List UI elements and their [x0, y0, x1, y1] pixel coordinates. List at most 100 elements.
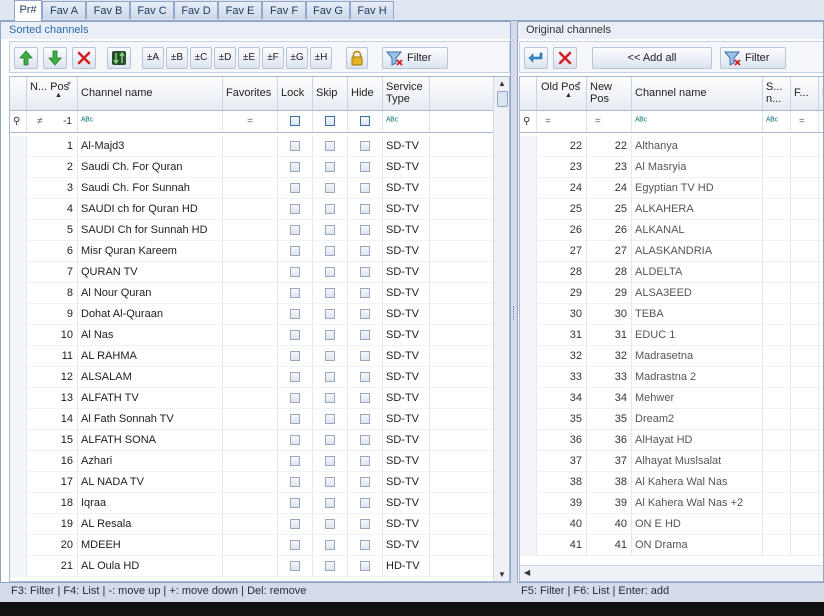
- checkbox[interactable]: [360, 309, 370, 319]
- table-row[interactable]: 16 Azhari SD-TV: [10, 451, 493, 472]
- column-header-hide[interactable]: Hide: [348, 77, 383, 110]
- column-header-old-pos[interactable]: Old Pos ▲ ▾: [537, 77, 587, 110]
- cell-hide[interactable]: [348, 430, 383, 451]
- table-row[interactable]: 33 33 Madrastna 2: [520, 367, 823, 388]
- filter-hide[interactable]: [348, 111, 383, 132]
- cell-skip[interactable]: [313, 157, 348, 178]
- checkbox[interactable]: [290, 540, 300, 550]
- cell-hide[interactable]: [348, 388, 383, 409]
- table-row[interactable]: 34 34 Mehwer: [520, 388, 823, 409]
- add-all-button[interactable]: << Add all: [592, 47, 712, 69]
- checkbox[interactable]: [290, 372, 300, 382]
- checkbox[interactable]: [360, 246, 370, 256]
- cell-skip[interactable]: [313, 514, 348, 535]
- table-row[interactable]: 10 Al Nas SD-TV: [10, 325, 493, 346]
- checkbox[interactable]: [325, 540, 335, 550]
- table-row[interactable]: 3 Saudi Ch. For Sunnah SD-TV: [10, 178, 493, 199]
- checkbox[interactable]: [360, 498, 370, 508]
- table-row[interactable]: 14 Al Fath Sonnah TV SD-TV: [10, 409, 493, 430]
- checkbox[interactable]: [290, 162, 300, 172]
- cell-hide[interactable]: [348, 136, 383, 157]
- filter-channel-name[interactable]: ᴬᴮᶜ: [632, 111, 763, 132]
- cell-hide[interactable]: [348, 199, 383, 220]
- remove-original-button[interactable]: [553, 47, 577, 69]
- filter-favorites[interactable]: =: [791, 111, 819, 132]
- checkbox[interactable]: [290, 246, 300, 256]
- cell-lock[interactable]: [278, 556, 313, 577]
- toggle-fav-d-button[interactable]: ±D: [214, 47, 236, 69]
- table-row[interactable]: 12 ALSALAM SD-TV: [10, 367, 493, 388]
- checkbox[interactable]: [290, 477, 300, 487]
- cell-hide[interactable]: [348, 304, 383, 325]
- cell-skip[interactable]: [313, 367, 348, 388]
- cell-hide[interactable]: [348, 157, 383, 178]
- cell-hide[interactable]: [348, 514, 383, 535]
- checkbox[interactable]: [290, 435, 300, 445]
- checkbox[interactable]: [325, 246, 335, 256]
- scroll-left-arrow[interactable]: ◀: [524, 568, 530, 577]
- column-header-favorites[interactable]: F...: [791, 77, 819, 110]
- checkbox[interactable]: [325, 183, 335, 193]
- cell-lock[interactable]: [278, 325, 313, 346]
- cell-lock[interactable]: [278, 451, 313, 472]
- cell-skip[interactable]: [313, 388, 348, 409]
- table-row[interactable]: 19 AL Resala SD-TV: [10, 514, 493, 535]
- table-row[interactable]: 28 28 ALDELTA: [520, 262, 823, 283]
- table-row[interactable]: 23 23 Al Masryia: [520, 157, 823, 178]
- checkbox[interactable]: [290, 183, 300, 193]
- cell-hide[interactable]: [348, 178, 383, 199]
- table-row[interactable]: 39 39 Al Kahera Wal Nas +2: [520, 493, 823, 514]
- column-header-service-name[interactable]: S... n...: [763, 77, 791, 110]
- filter-old-pos[interactable]: =: [537, 111, 587, 132]
- cell-lock[interactable]: [278, 136, 313, 157]
- checkbox[interactable]: [360, 225, 370, 235]
- checkbox[interactable]: [290, 225, 300, 235]
- table-row[interactable]: 20 MDEEH SD-TV: [10, 535, 493, 556]
- move-up-button[interactable]: [14, 47, 38, 69]
- checkbox[interactable]: [325, 225, 335, 235]
- table-row[interactable]: 26 26 ALKANAL: [520, 220, 823, 241]
- filter-original-button[interactable]: Filter: [720, 47, 786, 69]
- table-row[interactable]: 30 30 TEBA: [520, 304, 823, 325]
- scroll-thumb[interactable]: [497, 91, 508, 107]
- cell-hide[interactable]: [348, 451, 383, 472]
- table-row[interactable]: 32 32 Madrasetna: [520, 346, 823, 367]
- cell-skip[interactable]: [313, 178, 348, 199]
- cell-hide[interactable]: [348, 262, 383, 283]
- table-row[interactable]: 40 40 ON E HD: [520, 514, 823, 535]
- scroll-up-arrow[interactable]: ▲: [498, 79, 506, 88]
- checkbox[interactable]: [360, 204, 370, 214]
- checkbox[interactable]: [290, 561, 300, 571]
- lock-button[interactable]: [346, 47, 368, 69]
- checkbox[interactable]: [360, 183, 370, 193]
- column-header-service-type[interactable]: Service Type: [383, 77, 430, 110]
- checkbox[interactable]: [325, 477, 335, 487]
- checkbox[interactable]: [290, 288, 300, 298]
- cell-lock[interactable]: [278, 346, 313, 367]
- sort-button[interactable]: [107, 47, 131, 69]
- column-header-skip[interactable]: Skip: [313, 77, 348, 110]
- cell-hide[interactable]: [348, 325, 383, 346]
- column-header-channel-name[interactable]: Channel name: [632, 77, 763, 110]
- toggle-fav-g-button[interactable]: ±G: [286, 47, 308, 69]
- cell-skip[interactable]: [313, 430, 348, 451]
- table-row[interactable]: 6 Misr Quran Kareem SD-TV: [10, 241, 493, 262]
- sorted-vertical-scrollbar[interactable]: ▲ ▼: [493, 77, 509, 581]
- toggle-fav-e-button[interactable]: ±E: [238, 47, 260, 69]
- checkbox[interactable]: [290, 141, 300, 151]
- cell-skip[interactable]: [313, 304, 348, 325]
- cell-hide[interactable]: [348, 493, 383, 514]
- toggle-fav-a-button[interactable]: ±A: [142, 47, 164, 69]
- checkbox[interactable]: [325, 309, 335, 319]
- toggle-fav-h-button[interactable]: ±H: [310, 47, 332, 69]
- checkbox[interactable]: [325, 288, 335, 298]
- cell-skip[interactable]: [313, 325, 348, 346]
- column-header-favorites[interactable]: Favorites: [223, 77, 278, 110]
- checkbox[interactable]: [290, 519, 300, 529]
- cell-lock[interactable]: [278, 220, 313, 241]
- checkbox[interactable]: [360, 393, 370, 403]
- table-row[interactable]: 17 AL NADA TV SD-TV: [10, 472, 493, 493]
- filter-channel-name[interactable]: ᴬᴮᶜ: [78, 111, 223, 132]
- table-row[interactable]: 21 AL Oula HD HD-TV: [10, 556, 493, 577]
- checkbox[interactable]: [290, 330, 300, 340]
